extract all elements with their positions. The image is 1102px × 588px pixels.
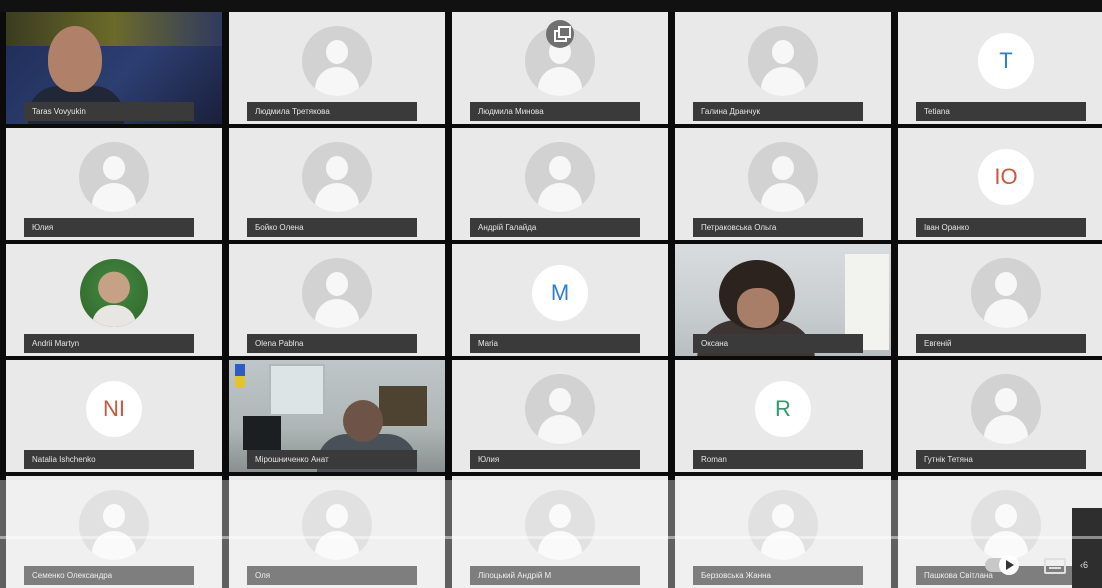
participant-name: Галина Дранчук: [693, 102, 863, 121]
initials-avatar: IO: [978, 149, 1034, 206]
participant-name: Юлия: [470, 450, 640, 469]
participant-tile[interactable]: IO Іван Оранко: [898, 128, 1102, 240]
user-avatar-icon: [525, 142, 595, 213]
video-frame-face: [737, 288, 779, 328]
user-avatar-icon: [79, 142, 149, 213]
progress-bar[interactable]: [0, 536, 1102, 539]
video-frame-person-head: [343, 400, 383, 442]
video-frame-monitor: [243, 416, 281, 450]
participant-name: Мірошниченко Анат: [247, 450, 417, 469]
initials-avatar: M: [532, 265, 588, 322]
subtitles-icon[interactable]: [1044, 558, 1066, 574]
top-bar: [0, 0, 1102, 12]
participant-tile[interactable]: Юлия: [452, 360, 668, 472]
participant-tile[interactable]: Андрій Галайда: [452, 128, 668, 240]
participant-tile[interactable]: R Roman: [675, 360, 891, 472]
participant-tile[interactable]: Бойко Олена: [229, 128, 445, 240]
time-readout: ‹6: [1080, 560, 1089, 570]
video-frame-window: [269, 364, 325, 416]
participant-tile[interactable]: Людмила Третякова: [229, 12, 445, 124]
participant-name: Tetiana: [916, 102, 1086, 121]
video-frame-flag: [235, 364, 245, 388]
participant-name: Оксана: [693, 334, 863, 353]
initials-avatar: R: [755, 381, 811, 438]
participant-video-tile[interactable]: Мірошниченко Анат: [229, 360, 445, 472]
participant-name: Maria: [470, 334, 640, 353]
video-frame-person-head: [48, 26, 102, 92]
autoplay-toggle[interactable]: [985, 555, 1019, 575]
user-avatar-icon: [525, 374, 595, 445]
participant-tile[interactable]: Гутнік Тетяна: [898, 360, 1102, 472]
participant-tile[interactable]: Евгеній: [898, 244, 1102, 356]
participant-name: Евгеній: [916, 334, 1086, 353]
participant-name: Петраковська Ольга: [693, 218, 863, 237]
participant-tile[interactable]: Петраковська Ольга: [675, 128, 891, 240]
user-avatar-icon: [971, 374, 1041, 445]
participant-tile[interactable]: Людмила Минова: [452, 12, 668, 124]
participant-tile[interactable]: NI Natalia Ishchenko: [6, 360, 222, 472]
user-avatar-icon: [748, 142, 818, 213]
participant-tile[interactable]: Olena Pablna: [229, 244, 445, 356]
user-avatar-icon: [302, 26, 372, 97]
participant-tile[interactable]: T Tetiana: [898, 12, 1102, 124]
participant-name: Бойко Олена: [247, 218, 417, 237]
participant-name: Гутнік Тетяна: [916, 450, 1086, 469]
initials-avatar: NI: [86, 381, 142, 438]
video-frame-banner: [6, 12, 222, 46]
participant-tile[interactable]: Юлия: [6, 128, 222, 240]
participant-tile[interactable]: M Maria: [452, 244, 668, 356]
participant-tile[interactable]: Andrii Martyn: [6, 244, 222, 356]
participant-name: Іван Оранко: [916, 218, 1086, 237]
participant-name: Taras Vovyukin: [24, 102, 194, 121]
play-icon: [999, 555, 1019, 575]
multi-window-icon: [546, 20, 574, 48]
participant-name: Andrii Martyn: [24, 334, 194, 353]
user-avatar-icon: [971, 258, 1041, 329]
player-controls: ‹6: [0, 536, 1102, 588]
participant-name: Людмила Минова: [470, 102, 640, 121]
participant-video-tile[interactable]: Taras Vovyukin: [6, 12, 222, 124]
participant-grid: Taras Vovyukin Людмила Третякова Людмила М…: [6, 12, 1102, 588]
participant-name: Андрій Галайда: [470, 218, 640, 237]
user-avatar-icon: [302, 258, 372, 329]
participant-name: Olena Pablna: [247, 334, 417, 353]
participant-name: Natalia Ishchenko: [24, 450, 194, 469]
participant-name: Людмила Третякова: [247, 102, 417, 121]
participant-tile[interactable]: Галина Дранчук: [675, 12, 891, 124]
photo-avatar: [80, 259, 148, 328]
participant-name: Roman: [693, 450, 863, 469]
initials-avatar: T: [978, 33, 1034, 90]
user-avatar-icon: [302, 142, 372, 213]
video-frame-shelf: [379, 386, 427, 426]
participant-name: Юлия: [24, 218, 194, 237]
user-avatar-icon: [748, 26, 818, 97]
participant-video-tile[interactable]: Оксана: [675, 244, 891, 356]
